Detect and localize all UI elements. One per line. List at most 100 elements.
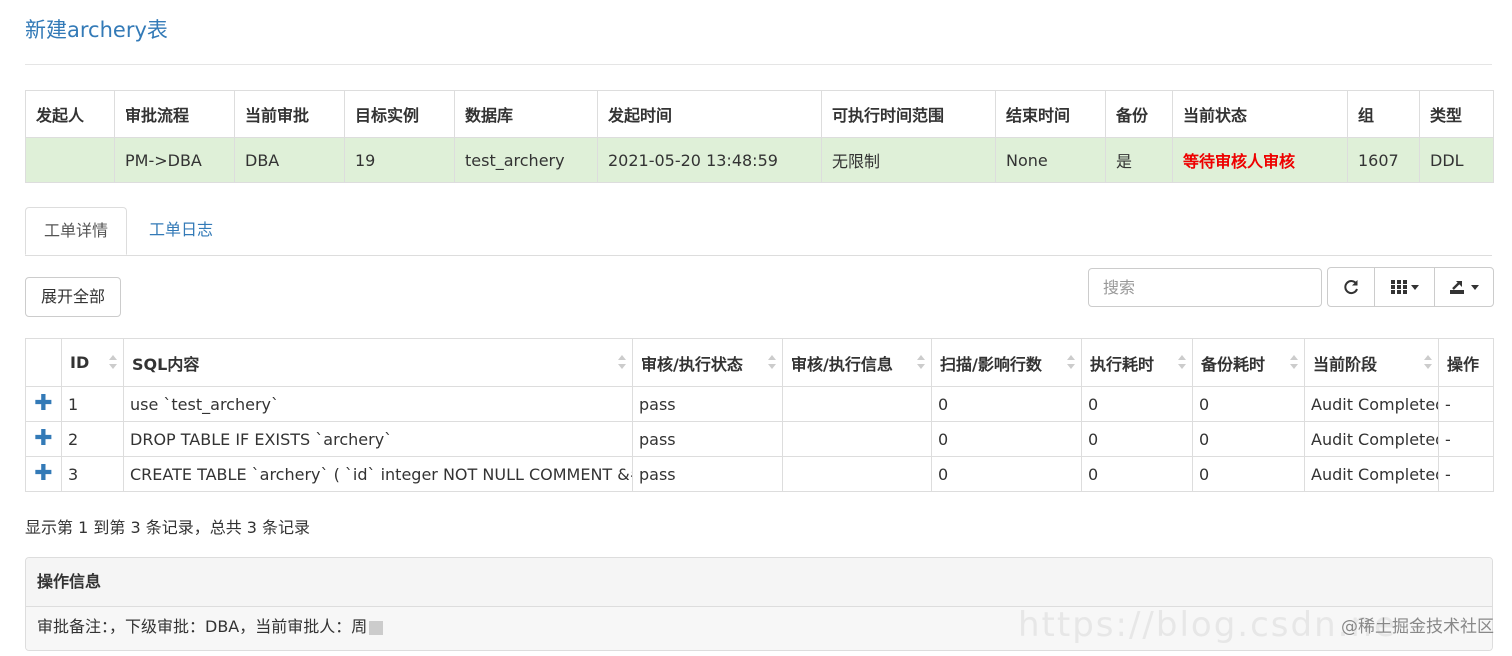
row-exec-time: 0 xyxy=(1081,421,1193,457)
submit-time-value: 2021-05-20 13:48:59 xyxy=(597,137,822,183)
row-sql: CREATE TABLE `archery` ( `id` integer NO… xyxy=(123,456,633,492)
row-id: 3 xyxy=(61,456,124,492)
row-stage: Audit Completed xyxy=(1304,421,1439,457)
row-info xyxy=(782,386,932,422)
sql-detail-table: ID SQL内容 审核/执行状态 审核/执行信息 扫描/影响行数 执行耗时 备份… xyxy=(25,338,1494,492)
col-database: 数据库 xyxy=(454,90,598,138)
col-exec-time[interactable]: 执行耗时 xyxy=(1081,338,1193,387)
row-affected: 0 xyxy=(931,386,1082,422)
expand-row-button[interactable]: ✚ xyxy=(25,421,62,457)
panel-title: 操作信息 xyxy=(26,558,1492,607)
target-instance-value: 19 xyxy=(344,137,455,183)
col-backup: 备份 xyxy=(1105,90,1173,138)
watermark-text: @稀土掘金技术社区 xyxy=(1341,617,1494,637)
row-operation: - xyxy=(1438,456,1494,492)
group-value: 1607 xyxy=(1347,137,1420,183)
col-type: 类型 xyxy=(1419,90,1494,138)
sort-icon xyxy=(768,355,776,369)
col-target-instance: 目标实例 xyxy=(344,90,455,138)
sort-icon xyxy=(109,355,117,369)
row-status: pass xyxy=(632,386,783,422)
approval-remark: 审批备注：，下级审批：DBA，当前审批人：周 xyxy=(37,617,368,636)
tab-ticket-log[interactable]: 工单日志 xyxy=(131,207,231,255)
col-approval-flow: 审批流程 xyxy=(114,90,235,138)
col-affected-rows[interactable]: 扫描/影响行数 xyxy=(931,338,1082,387)
row-stage: Audit Completed xyxy=(1304,456,1439,492)
row-sql: DROP TABLE IF EXISTS `archery` xyxy=(123,421,633,457)
row-id: 1 xyxy=(61,386,124,422)
search-input[interactable] xyxy=(1088,268,1322,307)
current-approval-value: DBA xyxy=(234,137,345,183)
col-exec-window: 可执行时间范围 xyxy=(821,90,996,138)
row-id: 2 xyxy=(61,421,124,457)
tab-bar: 工单详情 工单日志 xyxy=(25,207,1492,256)
row-stage: Audit Completed xyxy=(1304,386,1439,422)
status-badge: 等待审核人审核 xyxy=(1172,137,1348,183)
sort-icon xyxy=(1290,355,1298,369)
col-id[interactable]: ID xyxy=(61,338,124,387)
row-status: pass xyxy=(632,456,783,492)
col-group: 组 xyxy=(1347,90,1420,138)
type-value: DDL xyxy=(1419,137,1494,183)
col-current-approval: 当前审批 xyxy=(234,90,345,138)
detail-header-row: ID SQL内容 审核/执行状态 审核/执行信息 扫描/影响行数 执行耗时 备份… xyxy=(25,338,1494,387)
refresh-button[interactable] xyxy=(1327,267,1375,307)
row-operation: - xyxy=(1438,386,1494,422)
row-exec-time: 0 xyxy=(1081,386,1193,422)
table-row: ✚ 2 DROP TABLE IF EXISTS `archery` pass … xyxy=(25,421,1494,457)
sort-icon xyxy=(917,355,925,369)
database-value: test_archery xyxy=(454,137,598,183)
sort-icon xyxy=(1178,355,1186,369)
initiator-value xyxy=(25,137,115,183)
col-operation: 操作 xyxy=(1438,338,1494,387)
table-row: ✚ 3 CREATE TABLE `archery` ( `id` intege… xyxy=(25,456,1494,492)
table-row: ✚ 1 use `test_archery` pass 0 0 0 Audit … xyxy=(25,386,1494,422)
chevron-down-icon xyxy=(1471,284,1479,290)
row-info xyxy=(782,421,932,457)
pagination-info: 显示第 1 到第 3 条记录，总共 3 条记录 xyxy=(25,518,311,537)
col-current-stage[interactable]: 当前阶段 xyxy=(1304,338,1439,387)
col-sql[interactable]: SQL内容 xyxy=(123,338,633,387)
expand-all-button[interactable]: 展开全部 xyxy=(25,277,121,317)
columns-icon xyxy=(1390,280,1407,294)
summary-table: 发起人 审批流程 当前审批 目标实例 数据库 发起时间 可执行时间范围 结束时间… xyxy=(25,90,1494,183)
row-affected: 0 xyxy=(931,421,1082,457)
row-operation: - xyxy=(1438,421,1494,457)
row-backup-time: 0 xyxy=(1192,421,1305,457)
summary-row: PM->DBA DBA 19 test_archery 2021-05-20 1… xyxy=(25,137,1494,183)
title-divider xyxy=(25,64,1492,65)
col-audit-info[interactable]: 审核/执行信息 xyxy=(782,338,932,387)
row-status: pass xyxy=(632,421,783,457)
exec-window-value: 无限制 xyxy=(821,137,996,183)
sort-icon xyxy=(1067,355,1075,369)
col-backup-time[interactable]: 备份耗时 xyxy=(1192,338,1305,387)
backup-value: 是 xyxy=(1105,137,1173,183)
col-current-status: 当前状态 xyxy=(1172,90,1348,138)
refresh-icon xyxy=(1344,280,1358,295)
col-end-time: 结束时间 xyxy=(995,90,1106,138)
col-audit-status[interactable]: 审核/执行状态 xyxy=(632,338,783,387)
col-expand xyxy=(25,338,62,387)
columns-toggle-button[interactable] xyxy=(1374,267,1435,307)
row-backup-time: 0 xyxy=(1192,386,1305,422)
plus-icon: ✚ xyxy=(34,391,53,416)
export-button[interactable] xyxy=(1434,267,1494,307)
expand-row-button[interactable]: ✚ xyxy=(25,386,62,422)
row-exec-time: 0 xyxy=(1081,456,1193,492)
tab-ticket-details[interactable]: 工单详情 xyxy=(25,207,127,255)
end-time-value: None xyxy=(995,137,1106,183)
row-info xyxy=(782,456,932,492)
expand-row-button[interactable]: ✚ xyxy=(25,456,62,492)
export-icon xyxy=(1450,281,1464,294)
sort-icon xyxy=(1424,355,1432,369)
row-affected: 0 xyxy=(931,456,1082,492)
row-sql: use `test_archery` xyxy=(123,386,633,422)
plus-icon: ✚ xyxy=(34,461,53,486)
plus-icon: ✚ xyxy=(34,426,53,451)
redacted-name xyxy=(369,620,384,635)
row-backup-time: 0 xyxy=(1192,456,1305,492)
summary-header-row: 发起人 审批流程 当前审批 目标实例 数据库 发起时间 可执行时间范围 结束时间… xyxy=(25,90,1494,138)
approval-flow-value: PM->DBA xyxy=(114,137,235,183)
chevron-down-icon xyxy=(1410,284,1419,290)
col-submit-time: 发起时间 xyxy=(597,90,822,138)
